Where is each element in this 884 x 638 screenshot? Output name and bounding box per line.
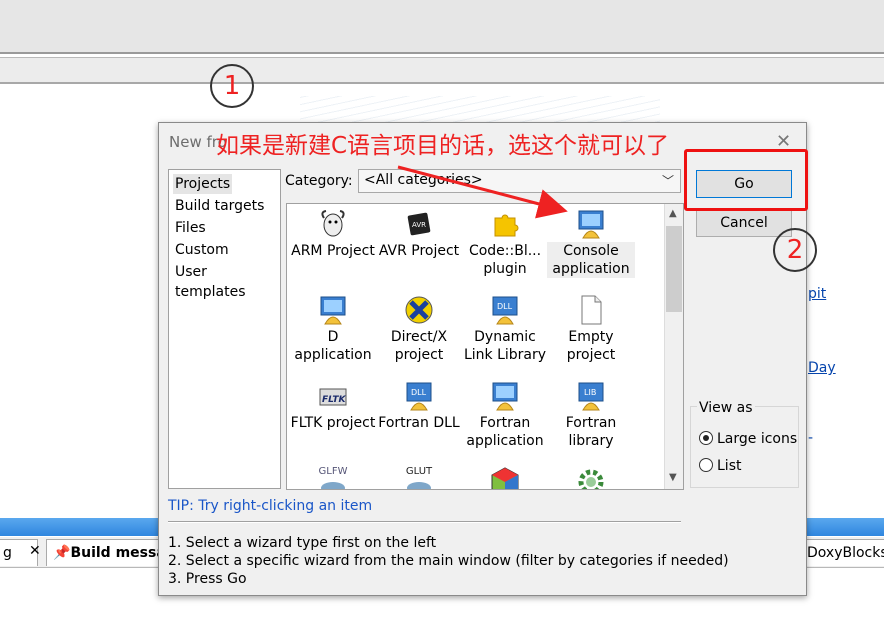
annotation-highlight-box <box>684 149 808 211</box>
annotation-arrow <box>397 165 568 219</box>
annotation-marker-2: 2 <box>773 228 817 272</box>
